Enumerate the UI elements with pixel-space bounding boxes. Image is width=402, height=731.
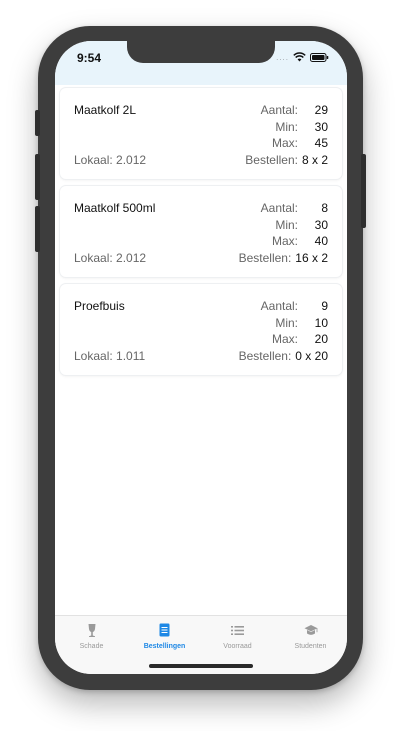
battery-icon bbox=[310, 52, 329, 62]
item-name: Maatkolf 2L bbox=[74, 103, 137, 117]
item-name: Proefbuis bbox=[74, 299, 125, 313]
tab-bestellingen[interactable]: Bestellingen bbox=[128, 622, 201, 650]
min-value: 30 bbox=[314, 119, 328, 134]
item-lokaal: Lokaal: 2.012 bbox=[74, 251, 147, 265]
aantal-label: Aantal: bbox=[260, 299, 298, 313]
max-label: Max: bbox=[271, 136, 298, 150]
max-value: 20 bbox=[314, 332, 328, 346]
aantal-label: Aantal: bbox=[260, 201, 298, 215]
status-bar: 9:54 .... bbox=[55, 41, 347, 85]
min-label: Min: bbox=[275, 119, 298, 134]
bestellen-value: 8 x 2 bbox=[301, 152, 328, 167]
item-lokaal: Lokaal: 1.011 bbox=[74, 349, 146, 363]
order-card[interactable]: Maatkolf 2L Lokaal: 2.012 Aantal: 29 Min:… bbox=[60, 88, 342, 179]
tab-label: Voorraad bbox=[223, 643, 252, 650]
signal-dots: .... bbox=[276, 52, 289, 62]
list-icon bbox=[201, 622, 274, 638]
item-lokaal: Lokaal: 2.012 bbox=[74, 153, 147, 167]
item-stats: Aantal: 9 Min: 10 Max: 20 Bestellen: 0 x 20 bbox=[239, 299, 328, 365]
bestellen-label: Bestellen: bbox=[238, 250, 292, 265]
screen: 9:54 .... Maatkolf 2L Lokaal: 2.012 Aant… bbox=[55, 41, 347, 674]
min-label: Min: bbox=[275, 315, 298, 330]
home-indicator[interactable] bbox=[149, 664, 253, 668]
aantal-value: 29 bbox=[314, 103, 328, 117]
bestellen-value: 0 x 20 bbox=[295, 348, 328, 363]
mute-switch bbox=[35, 110, 40, 136]
max-value: 40 bbox=[314, 234, 328, 248]
order-card[interactable]: Maatkolf 500ml Lokaal: 2.012 Aantal: 8 Mi… bbox=[60, 186, 342, 277]
volume-up-button bbox=[35, 154, 40, 200]
tab-label: Schade bbox=[79, 643, 104, 650]
tab-label: Studenten bbox=[294, 643, 327, 650]
tab-label: Bestellingen bbox=[143, 643, 186, 650]
wifi-icon bbox=[293, 52, 306, 62]
phone-frame: 9:54 .... Maatkolf 2L Lokaal: 2.012 Aant… bbox=[35, 26, 366, 690]
max-label: Max: bbox=[271, 332, 298, 346]
item-stats: Aantal: 8 Min: 30 Max: 40 Bestellen: 16 x 2 bbox=[239, 201, 328, 267]
power-button bbox=[361, 154, 366, 228]
max-label: Max: bbox=[271, 234, 298, 248]
order-card[interactable]: Proefbuis Lokaal: 1.011 Aantal: 9 Min: 10 … bbox=[60, 284, 342, 375]
item-name: Maatkolf 500ml bbox=[74, 201, 156, 215]
tab-studenten[interactable]: Studenten bbox=[274, 622, 347, 650]
order-list: Maatkolf 2L Lokaal: 2.012 Aantal: 29 Min:… bbox=[60, 88, 342, 382]
min-value: 30 bbox=[314, 217, 328, 232]
bestellen-value: 16 x 2 bbox=[295, 250, 328, 265]
tab-voorraad[interactable]: Voorraad bbox=[201, 622, 274, 650]
max-value: 45 bbox=[314, 136, 328, 150]
tab-schade[interactable]: Schade bbox=[55, 622, 128, 650]
aantal-value: 9 bbox=[321, 299, 328, 313]
aantal-label: Aantal: bbox=[260, 103, 298, 117]
status-time: 9:54 bbox=[77, 51, 102, 65]
status-icons: .... bbox=[276, 52, 329, 62]
min-value: 10 bbox=[314, 315, 328, 330]
aantal-value: 8 bbox=[321, 201, 328, 215]
min-label: Min: bbox=[275, 217, 298, 232]
bestellen-label: Bestellen: bbox=[245, 152, 298, 167]
item-stats: Aantal: 29 Min: 30 Max: 45 Bestellen: 8 x 2 bbox=[245, 103, 328, 169]
graduation-cap-icon bbox=[274, 622, 347, 638]
glass-icon bbox=[55, 622, 128, 638]
tab-bar: Schade Bestellingen Voorraad Studenten bbox=[55, 615, 347, 674]
order-list-icon bbox=[128, 622, 201, 638]
notch bbox=[127, 41, 275, 63]
volume-down-button bbox=[35, 206, 40, 252]
bestellen-label: Bestellen: bbox=[238, 348, 292, 363]
